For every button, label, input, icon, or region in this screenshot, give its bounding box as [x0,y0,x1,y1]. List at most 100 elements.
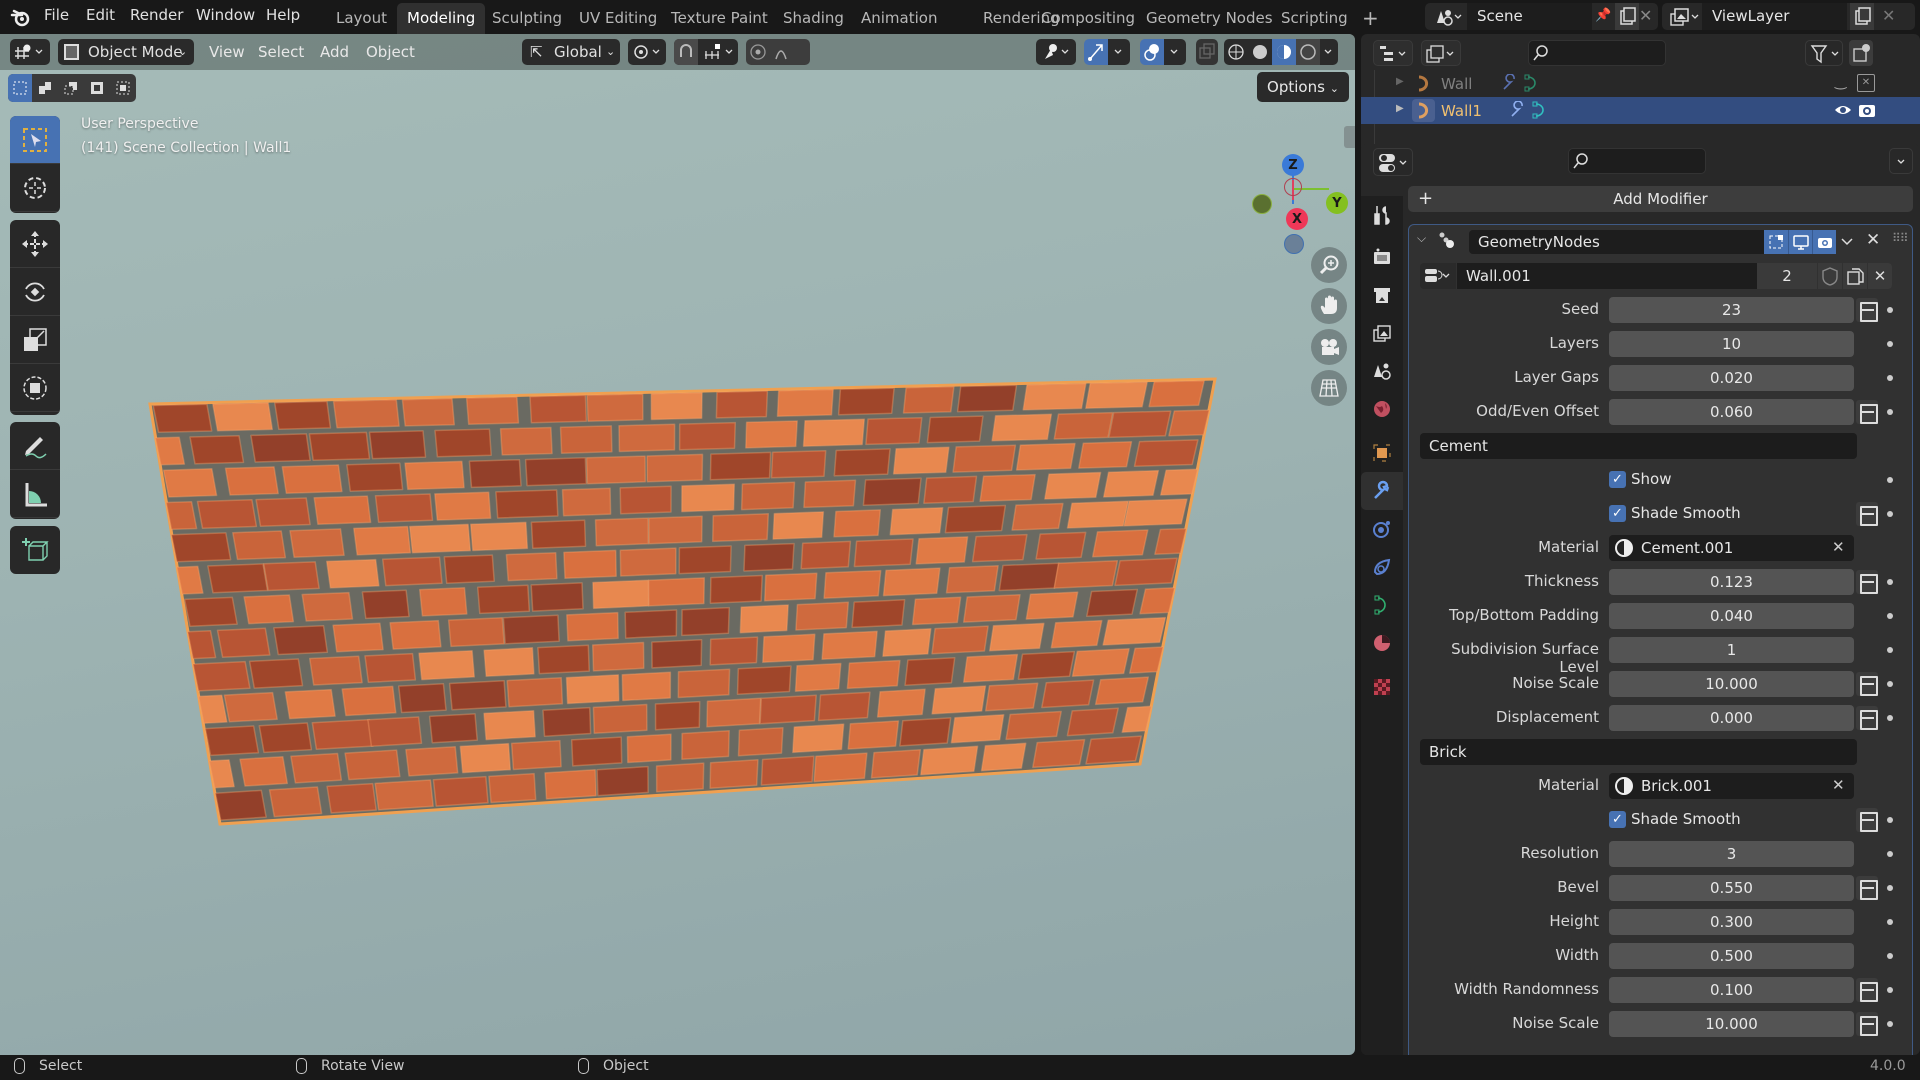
add-workspace-button[interactable]: + [1352,3,1389,34]
gizmo-dropdown[interactable] [1108,39,1130,65]
tab-object-icon[interactable] [1361,434,1403,472]
rendered-shading-icon[interactable] [1296,39,1320,65]
z-axis-icon[interactable]: Z [1282,154,1304,176]
tab-layout[interactable]: Layout [326,3,397,34]
brick-field-0-field[interactable]: 3 [1609,841,1854,867]
navigation-gizmo[interactable]: Z Y X [1252,142,1355,254]
cement-field-1-field[interactable]: 0.040 [1609,603,1854,629]
menu-window[interactable]: Window [196,6,255,24]
material-preview-shading-icon[interactable] [1272,39,1296,65]
properties-options-dropdown[interactable] [1889,148,1913,174]
shading-dropdown[interactable] [1320,39,1338,65]
keyframe-toggle-icon[interactable] [1856,1012,1878,1036]
delete-view-layer-icon[interactable]: ✕ [1882,6,1895,25]
node-group-name-field[interactable]: Wall.001 [1457,263,1757,289]
render-camera-icon[interactable] [1857,100,1877,120]
keyframe-toggle-icon[interactable] [1856,808,1878,832]
rotate-tool-icon[interactable] [10,268,60,316]
unlink-material-icon[interactable]: ✕ [1832,538,1845,556]
view-layer-icon[interactable] [1668,6,1700,28]
tab-physics-icon[interactable] [1361,548,1403,586]
node-group-users-count[interactable]: 2 [1757,263,1817,289]
cement-field-0-field[interactable]: 0.123 [1609,569,1854,595]
edit-mode-toggle-icon[interactable] [1764,230,1788,254]
fake-user-shield-icon[interactable] [1818,263,1842,289]
annotate-tool-icon[interactable] [10,422,60,470]
tab-texture-icon[interactable] [1361,668,1403,706]
tab-compositing[interactable]: Compositing [1031,3,1145,34]
options-dropdown[interactable]: Options ⌄ [1257,72,1349,102]
node-group-browse-button[interactable] [1420,263,1456,289]
tab-geometry-nodes[interactable]: Geometry Nodes [1136,3,1283,34]
tab-view-layer-icon[interactable] [1361,314,1403,352]
new-view-layer-icon[interactable] [1850,3,1874,30]
expand-arrow-icon[interactable]: ▶ [1396,76,1404,87]
select-new-icon[interactable] [8,74,32,102]
pin-icon[interactable]: 📌 [1595,8,1613,26]
show-checkbox[interactable]: ✓ [1609,471,1626,488]
3d-viewport[interactable]: Object Mode ⌄ View Select Add Object ⇱ G… [0,34,1355,1055]
animate-property-icon[interactable] [1887,885,1893,891]
expand-arrow-icon[interactable]: ▶ [1396,103,1404,114]
animate-property-icon[interactable] [1887,341,1893,347]
keyframe-toggle-icon[interactable] [1856,672,1878,696]
viewport-display-toggle-icon[interactable] [1788,230,1812,254]
keyframe-toggle-icon[interactable] [1856,298,1878,322]
outliner-editor-type-button[interactable] [1373,40,1413,66]
outliner-search-input[interactable] [1528,40,1666,66]
tab-uv-editing[interactable]: UV Editing [569,3,667,34]
properties-search-input[interactable] [1568,148,1706,174]
brick-material-field[interactable]: Brick.001 [1609,773,1854,799]
animate-property-icon[interactable] [1887,953,1893,959]
menu-render[interactable]: Render [130,6,183,24]
blender-logo-icon[interactable] [10,6,32,28]
modifier-name-field[interactable]: GeometryNodes [1469,230,1809,254]
animate-property-icon[interactable] [1887,511,1893,517]
animate-property-icon[interactable] [1887,375,1893,381]
neg-y-axis-icon[interactable] [1252,194,1272,214]
menu-file[interactable]: File [44,6,69,24]
input-3-field[interactable]: 0.060 [1609,399,1854,425]
tab-tool-icon[interactable] [1361,196,1403,234]
cement-field-2-field[interactable]: 1 [1609,637,1854,663]
input-0-field[interactable]: 23 [1609,297,1854,323]
keyframe-toggle-icon[interactable] [1856,570,1878,594]
new-scene-icon[interactable] [1615,3,1639,30]
duplicate-node-group-icon[interactable] [1843,263,1867,289]
neg-z-axis-icon[interactable] [1284,178,1302,196]
keyframe-toggle-icon[interactable] [1856,706,1878,730]
xray-toggle-icon[interactable] [1196,39,1218,65]
brick-field-3-field[interactable]: 0.500 [1609,943,1854,969]
animate-property-icon[interactable] [1887,919,1893,925]
animate-property-icon[interactable] [1887,851,1893,857]
geometry-nodes-icon[interactable] [1523,74,1541,92]
snapping-group[interactable] [674,39,738,65]
cement-field-3-field[interactable]: 10.000 [1609,671,1854,697]
menu-select[interactable]: Select [258,39,304,65]
animate-property-icon[interactable] [1887,579,1893,585]
render-toggle-icon[interactable] [1812,230,1836,254]
view-layer-name-field[interactable]: ViewLayer [1702,3,1847,30]
solid-shading-icon[interactable] [1248,39,1272,65]
keyframe-toggle-icon[interactable] [1856,400,1878,424]
add-cube-tool-icon[interactable] [10,526,60,574]
animate-property-icon[interactable] [1887,477,1893,483]
cement-material-field[interactable]: Cement.001 [1609,535,1854,561]
animate-property-icon[interactable] [1887,987,1893,993]
remove-modifier-icon[interactable]: ✕ [1866,230,1880,250]
keyframe-toggle-icon[interactable] [1856,876,1878,900]
modifier-menu-chevron-icon[interactable] [1839,233,1855,249]
animate-property-icon[interactable] [1887,681,1893,687]
display-mode-dropdown[interactable] [1421,40,1461,66]
render-disabled-icon[interactable]: ✕ [1857,74,1875,92]
proportional-editing-group[interactable] [746,39,810,65]
animate-property-icon[interactable] [1887,715,1893,721]
animate-property-icon[interactable] [1887,613,1893,619]
animate-property-icon[interactable] [1887,307,1893,313]
brick-shade-smooth-checkbox[interactable]: ✓ [1609,811,1626,828]
tab-output-icon[interactable] [1361,276,1403,314]
snap-toggle-icon[interactable] [674,39,698,65]
brick-wall-mesh[interactable] [140,334,1230,854]
x-axis-icon[interactable]: X [1286,208,1308,230]
brick-field-5-field[interactable]: 10.000 [1609,1011,1854,1037]
